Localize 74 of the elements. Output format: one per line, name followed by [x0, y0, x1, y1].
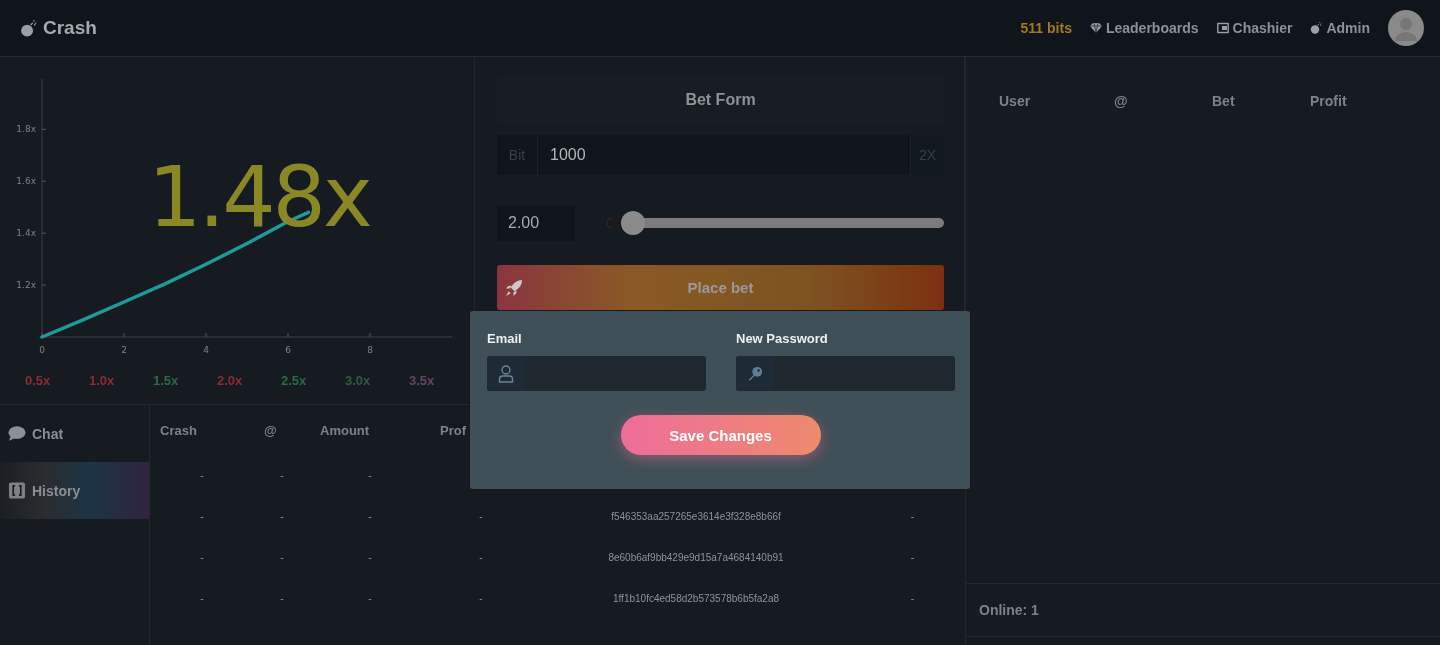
input-field[interactable]: [487, 356, 706, 391]
rocket-icon: [504, 279, 523, 298]
current-multiplier: 1.48x: [148, 155, 370, 239]
x-tick-label: 2: [121, 345, 127, 355]
tab-label[interactable]: Chat: [32, 425, 64, 442]
bomb-icon: [1310, 22, 1323, 34]
table-cell-text: -: [279, 593, 285, 604]
crash-value: 1.0x: [89, 373, 116, 388]
payout-slider[interactable]: [607, 211, 944, 235]
tab[interactable]: Chat: [0, 405, 149, 462]
y-tick-label: 1.8x: [16, 124, 36, 135]
crash-value: 3.5x: [409, 373, 436, 388]
crash-value: 3.0x: [345, 373, 372, 388]
table-cell-text: 8e60b6af9bb429e9d15a7a4684140b91: [607, 552, 785, 563]
field-label: New Password: [736, 331, 829, 346]
nav-link[interactable]: Chashier: [1216, 20, 1293, 36]
column-header: User: [999, 93, 1032, 109]
crash-value: 0.5x: [25, 373, 52, 388]
table-cell-text: -: [478, 511, 484, 522]
table-cell-text: -: [199, 552, 205, 563]
y-tick-label: 1.6x: [16, 176, 36, 187]
slider-thumb[interactable]: [620, 211, 645, 235]
x-tick-label: 6: [285, 345, 291, 355]
table-cell-text: -: [279, 511, 285, 522]
crash-value: 1.5x: [153, 373, 180, 388]
column-header: Profit: [1310, 93, 1348, 109]
table-cell-text: -: [279, 470, 285, 481]
table-cell-text: -: [279, 552, 285, 563]
save-button[interactable]: Save Changes: [620, 415, 821, 455]
avatar-icon[interactable]: [1388, 10, 1424, 46]
column-header: Amount: [319, 422, 371, 438]
nav-link[interactable]: Leaderboards: [1089, 20, 1199, 36]
table-cell-text: 1ff1b10fc4ed58d2b573578b6b5fa2a8: [611, 593, 781, 604]
column-header: Bet: [1212, 93, 1236, 109]
table-cell-text: -: [367, 593, 373, 604]
tab-label[interactable]: History: [32, 482, 81, 499]
crash-value: 2.5x: [281, 373, 308, 388]
column-header: @: [1114, 93, 1129, 109]
brackets-icon: [8, 482, 26, 499]
table-cell-text: -: [478, 552, 484, 563]
speech-bubble-icon: [8, 425, 26, 442]
bomb-icon: [20, 19, 37, 37]
x-tick-label: 0: [39, 345, 45, 355]
input-field[interactable]: [736, 356, 955, 391]
column-header: Prof: [439, 422, 467, 438]
table-cell-text: f546353aa257265e3614e3f328e8b66f: [610, 511, 782, 522]
table-cell-text: -: [367, 470, 373, 481]
table-cell-text: -: [199, 470, 205, 481]
tab[interactable]: History: [0, 462, 149, 519]
crash-value: 2.0x: [217, 373, 244, 388]
nav-link[interactable]: Admin: [1310, 20, 1370, 36]
table-cell-text: -: [199, 511, 205, 522]
table-cell-text: -: [199, 593, 205, 604]
diamond-icon: [1089, 22, 1102, 34]
logo-text[interactable]: Crash: [43, 17, 97, 39]
balance: 511 bits: [1020, 20, 1072, 36]
table-cell-text: -: [367, 511, 373, 522]
wallet-icon: [1216, 22, 1229, 34]
table-cell-text: -: [909, 593, 916, 604]
table-cell-text: -: [478, 593, 484, 604]
table-cell-text: -: [367, 552, 373, 563]
online-count: Online: 1: [966, 583, 1440, 637]
table-cell-text: -: [909, 552, 916, 563]
key-icon: [747, 364, 763, 383]
field-label: Email: [487, 331, 523, 346]
x-tick-label: 4: [203, 345, 209, 355]
column-header: Crash: [159, 422, 198, 438]
column-header: @: [263, 422, 278, 438]
user-icon: [498, 364, 514, 383]
payout-field[interactable]: 2.00: [497, 205, 575, 241]
x-tick-label: 8: [367, 345, 373, 355]
y-tick-label: 1.4x: [16, 228, 36, 239]
table-cell-text: -: [909, 511, 916, 522]
y-tick-label: 1.2x: [16, 280, 36, 291]
